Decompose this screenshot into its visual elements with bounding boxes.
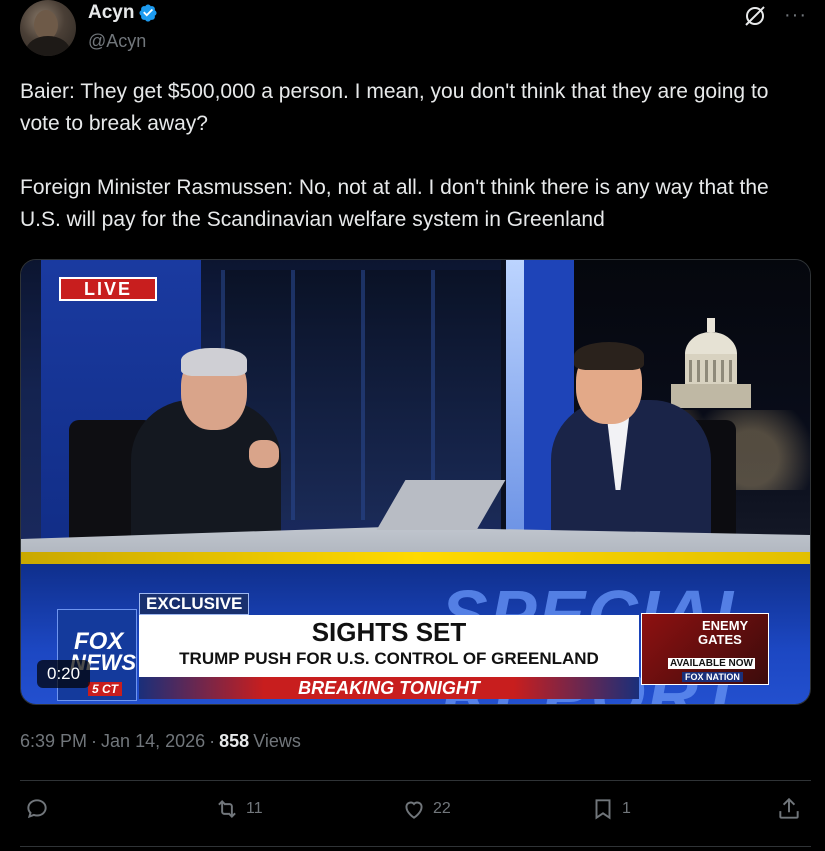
author-handle[interactable]: @Acyn [88,31,146,52]
avatar[interactable] [20,0,76,56]
video-elapsed-time: 0:20 [37,660,91,688]
promo-line4: FOX NATION [682,672,743,682]
bookmark-count: 1 [622,800,631,817]
avatar-body [26,36,70,56]
headline: SIGHTS SET [311,617,467,647]
like-count: 22 [433,800,451,817]
network-time: 5 CT [88,682,123,696]
guest-hand [249,440,279,468]
meta-separator: · [209,731,216,751]
views-label: Views [253,731,301,751]
tweet-paragraph-1: Baier: They get $500,000 a person. I mea… [20,80,769,135]
repost-icon [218,800,236,818]
exclusive-tag: EXCLUSIVE [139,593,250,615]
promo-ad: ENEMY GATES AVAILABLE NOW FOX NATION [641,613,769,685]
guest-hair [181,348,247,376]
grok-icon[interactable] [743,4,767,28]
views-count: 858 [219,731,250,751]
desk-gold-stripe [21,552,810,564]
tweet-paragraph-2: Foreign Minister Rasmussen: No, not at a… [20,176,769,231]
divider [20,846,811,847]
more-icon[interactable]: ··· [784,4,807,27]
tweet-date[interactable]: Jan 14, 2026 [101,731,205,752]
capitol-dome-icon [671,318,751,408]
bookmark-button[interactable]: 1 [590,796,631,822]
promo-line1: ENEMY [702,618,749,633]
tweet-time[interactable]: 6:39 PM [20,731,87,752]
video-player[interactable]: SPECIAL REPORT LIVE FOX NEWS 5 CT EXCLUS… [20,259,811,705]
author-name[interactable]: Acyn [88,2,134,24]
promo-line2: GATES [698,632,742,647]
bookmark-icon [595,799,611,820]
headline-box: SIGHTS SET TRUMP PUSH FOR U.S. CONTROL O… [139,615,639,677]
repost-button[interactable]: 11 [214,796,263,822]
like-button[interactable]: 22 [401,796,451,822]
lower-third: FOX NEWS 5 CT EXCLUSIVE SIGHTS SET TRUMP… [21,593,810,704]
divider [20,780,811,781]
meta-separator: · [91,731,98,751]
reply-button[interactable] [24,796,56,822]
share-button[interactable] [776,796,802,822]
share-icon [779,797,799,819]
tweet-header: Acyn @Acyn ··· [20,0,825,60]
subheadline: TRUMP PUSH FOR U.S. CONTROL OF GREENLAND [179,649,599,668]
live-badge: LIVE [59,277,157,301]
breaking-banner: BREAKING TONIGHT [139,677,639,699]
anchor-hair [574,342,644,370]
verified-badge-icon [139,4,158,22]
tweet-text: Baier: They get $500,000 a person. I mea… [20,76,810,236]
name-row: Acyn [88,2,158,24]
tweet-metadata: 6:39 PM · Jan 14, 2026 · 858 Views [20,731,301,752]
like-icon [405,801,423,819]
promo-line3: AVAILABLE NOW [668,658,755,669]
repost-count: 11 [246,800,263,817]
reply-icon [27,799,47,819]
action-bar: 11 22 1 [20,796,805,836]
